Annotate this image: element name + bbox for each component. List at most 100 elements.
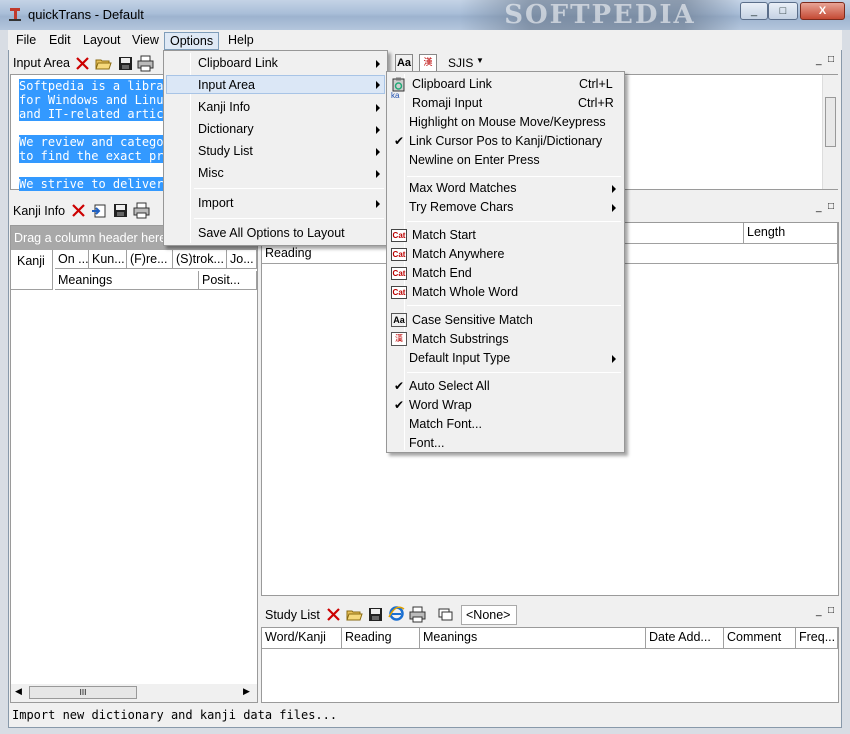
submenu-match-end[interactable]: Cat Match End bbox=[389, 264, 622, 283]
col-word-kanji[interactable]: Word/Kanji bbox=[262, 628, 342, 649]
submenu-arrow-icon bbox=[376, 60, 380, 68]
col-strokes[interactable]: (S)trok... bbox=[173, 250, 227, 269]
kanji-info-label: Kanji Info bbox=[13, 204, 66, 218]
app-icon bbox=[9, 8, 21, 21]
kanji-hscrollbar[interactable]: ◀ III ▶ bbox=[11, 684, 257, 702]
submenu-link-cursor[interactable]: ✔ Link Cursor Pos to Kanji/Dictionary bbox=[389, 132, 622, 151]
open-folder-icon[interactable] bbox=[346, 606, 363, 623]
submenu-try-remove-chars[interactable]: Try Remove Chars bbox=[389, 198, 622, 217]
option-misc[interactable]: Misc bbox=[166, 164, 385, 183]
substrings-icon[interactable]: 漢 bbox=[419, 54, 437, 72]
study-list-selector[interactable]: <None> bbox=[461, 605, 517, 625]
encoding-dropdown-icon[interactable]: ▼ bbox=[476, 56, 484, 65]
windows-icon[interactable] bbox=[437, 606, 454, 623]
col-position[interactable]: Posit... bbox=[199, 271, 257, 290]
option-label: Input Area bbox=[198, 78, 255, 92]
option-clipboard-link[interactable]: Clipboard Link bbox=[166, 54, 385, 73]
submenu-label: Font... bbox=[409, 436, 445, 450]
col-kanji[interactable]: Kanji bbox=[11, 250, 53, 290]
submenu-label: Match End bbox=[412, 266, 472, 280]
col-freq[interactable]: (F)re... bbox=[127, 250, 173, 269]
submenu-arrow-icon bbox=[376, 104, 380, 112]
shortcut-label: Ctrl+R bbox=[578, 96, 614, 110]
option-label: Clipboard Link bbox=[198, 56, 278, 70]
status-bar: Import new dictionary and kanji data fil… bbox=[10, 706, 840, 726]
submenu-match-substrings[interactable]: 漢 Match Substrings bbox=[389, 330, 622, 349]
export-icon[interactable] bbox=[91, 202, 108, 219]
menu-layout[interactable]: Layout bbox=[78, 32, 126, 50]
pane-minimize-icon[interactable]: _ bbox=[816, 202, 822, 213]
col-study-reading[interactable]: Reading bbox=[342, 628, 420, 649]
submenu-match-whole-word[interactable]: Cat Match Whole Word bbox=[389, 283, 622, 302]
col-study-meanings[interactable]: Meanings bbox=[420, 628, 646, 649]
scroll-thumb[interactable] bbox=[825, 97, 836, 147]
option-kanji-info[interactable]: Kanji Info bbox=[166, 98, 385, 117]
shortcut-label: Ctrl+L bbox=[579, 77, 613, 91]
print-icon[interactable] bbox=[137, 55, 154, 72]
submenu-romaji-input[interactable]: ka Romaji Input Ctrl+R bbox=[389, 91, 622, 113]
col-freq[interactable]: Freq... bbox=[796, 628, 838, 649]
input-line-5: We review and categor bbox=[19, 135, 171, 149]
close-button[interactable]: X bbox=[800, 2, 845, 20]
submenu-match-font[interactable]: Match Font... bbox=[389, 415, 622, 434]
submenu-match-anywhere[interactable]: Cat Match Anywhere bbox=[389, 245, 622, 264]
check-icon: ✔ bbox=[394, 379, 405, 393]
minimize-button[interactable]: _ bbox=[740, 2, 768, 20]
clear-icon[interactable] bbox=[325, 606, 342, 623]
print-icon[interactable] bbox=[133, 202, 150, 219]
submenu-font[interactable]: Font... bbox=[389, 434, 622, 453]
submenu-max-word-matches[interactable]: Max Word Matches bbox=[389, 179, 622, 198]
clear-icon[interactable] bbox=[70, 202, 87, 219]
submenu-newline[interactable]: Newline on Enter Press bbox=[389, 151, 622, 170]
submenu-match-start[interactable]: Cat Match Start bbox=[389, 226, 622, 245]
input-area-submenu: Clipboard Link Ctrl+L ka Romaji Input Ct… bbox=[386, 71, 625, 453]
menu-options[interactable]: Options bbox=[164, 32, 220, 50]
clear-icon[interactable] bbox=[74, 55, 91, 72]
option-dictionary[interactable]: Dictionary bbox=[166, 120, 385, 139]
scroll-right-icon[interactable]: ▶ bbox=[243, 686, 250, 697]
menu-edit[interactable]: Edit bbox=[44, 32, 76, 50]
save-icon[interactable] bbox=[112, 202, 129, 219]
input-line-6: to find the exact pro bbox=[19, 149, 171, 163]
submenu-highlight[interactable]: Highlight on Mouse Move/Keypress bbox=[389, 113, 622, 132]
option-save-all[interactable]: Save All Options to Layout bbox=[166, 224, 385, 243]
submenu-clipboard-link[interactable]: Clipboard Link Ctrl+L bbox=[389, 75, 622, 94]
col-length[interactable]: Length bbox=[744, 223, 838, 244]
col-meanings[interactable]: Meanings bbox=[55, 271, 199, 290]
input-scrollbar[interactable] bbox=[822, 75, 838, 189]
col-kun[interactable]: Kun... bbox=[89, 250, 127, 269]
encoding-select[interactable]: SJIS bbox=[448, 56, 473, 70]
col-on[interactable]: On ... bbox=[55, 250, 89, 269]
kanji-info-grid: Drag a column header here Kanji On ... K… bbox=[10, 225, 258, 703]
internet-explorer-icon[interactable] bbox=[388, 605, 405, 622]
scroll-left-icon[interactable]: ◀ bbox=[15, 686, 22, 697]
case-sensitive-icon[interactable]: Aa bbox=[395, 54, 413, 72]
col-comment[interactable]: Comment bbox=[724, 628, 796, 649]
maximize-button[interactable]: □ bbox=[768, 2, 798, 20]
option-import[interactable]: Import bbox=[166, 194, 385, 213]
menu-file[interactable]: File bbox=[11, 32, 41, 50]
save-icon[interactable] bbox=[117, 55, 134, 72]
menu-help[interactable]: Help bbox=[223, 32, 259, 50]
submenu-word-wrap[interactable]: ✔ Word Wrap bbox=[389, 396, 622, 415]
print-icon[interactable] bbox=[409, 606, 426, 623]
hscroll-thumb[interactable]: III bbox=[29, 686, 137, 699]
submenu-case-sensitive[interactable]: Aa Case Sensitive Match bbox=[389, 311, 622, 330]
menu-separator bbox=[407, 305, 621, 306]
pane-maximize-icon[interactable]: □ bbox=[828, 54, 834, 65]
pane-minimize-icon[interactable]: _ bbox=[816, 55, 822, 66]
open-folder-icon[interactable] bbox=[95, 55, 112, 72]
menu-view[interactable]: View bbox=[127, 32, 164, 50]
submenu-default-input-type[interactable]: Default Input Type bbox=[389, 349, 622, 368]
input-text-body: Softpedia is a librar for Windows and Li… bbox=[19, 79, 171, 191]
col-jouyou[interactable]: Jo... bbox=[227, 250, 257, 269]
pane-minimize-icon[interactable]: _ bbox=[816, 606, 822, 617]
save-icon[interactable] bbox=[367, 606, 384, 623]
submenu-auto-select-all[interactable]: ✔ Auto Select All bbox=[389, 377, 622, 396]
col-date-added[interactable]: Date Add... bbox=[646, 628, 724, 649]
option-study-list[interactable]: Study List bbox=[166, 142, 385, 161]
option-input-area[interactable]: Input Area bbox=[166, 75, 385, 94]
submenu-label: Highlight on Mouse Move/Keypress bbox=[409, 115, 606, 129]
pane-maximize-icon[interactable]: □ bbox=[828, 201, 834, 212]
pane-maximize-icon[interactable]: □ bbox=[828, 605, 834, 616]
